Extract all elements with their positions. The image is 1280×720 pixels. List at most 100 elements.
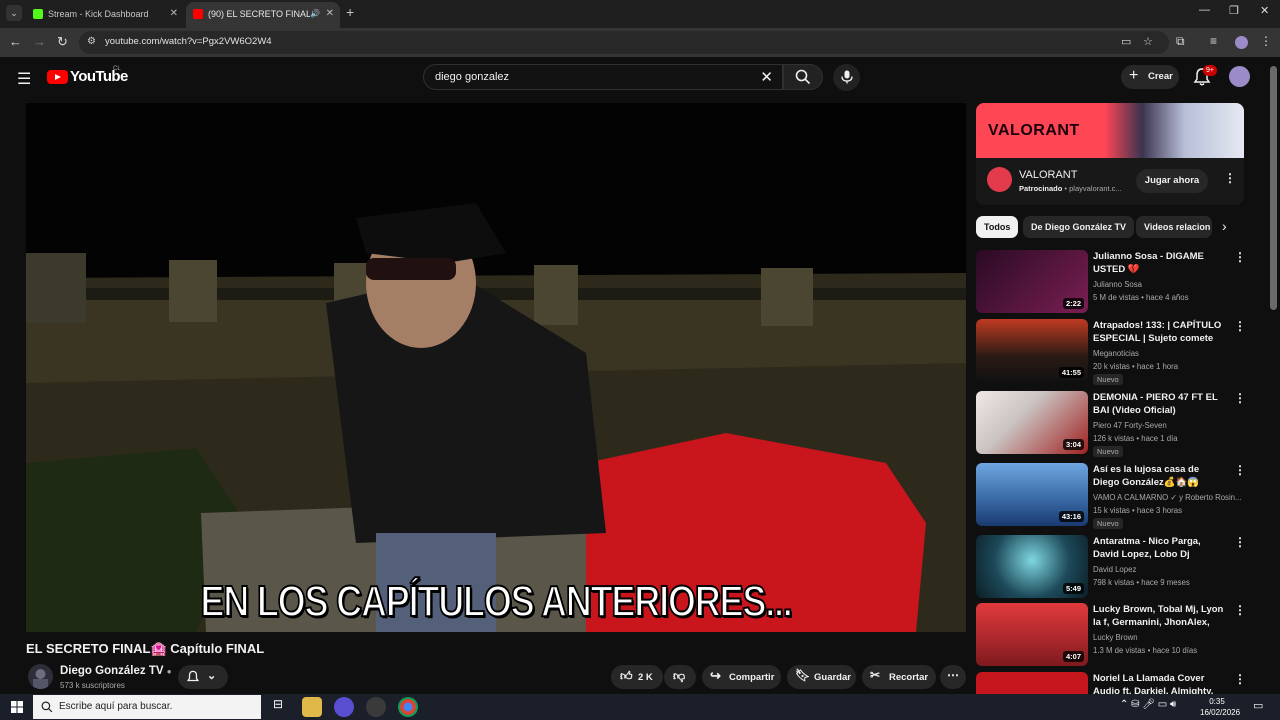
chip-de-diego[interactable]: De Diego González TV: [1023, 216, 1135, 238]
sponsored-label: Patrocinado: [1019, 184, 1063, 193]
channel-name[interactable]: Diego González TV ●: [60, 665, 172, 677]
speaker-icon[interactable]: 🔊: [310, 2, 320, 26]
channel-name-text: Diego González TV: [60, 665, 164, 677]
close-window-icon[interactable]: ✕: [1260, 4, 1269, 17]
save-button[interactable]: 🔖︎ Guardar: [787, 665, 856, 689]
restore-icon[interactable]: ❐: [1229, 4, 1239, 17]
browser-tab-youtube[interactable]: (90) EL SECRETO FINAL🏩 C 🔊 ✕: [186, 2, 340, 28]
valorant-logo-icon: [987, 167, 1012, 192]
browser-tab-kick[interactable]: Stream - Kick Dashboard ✕: [26, 2, 184, 28]
cast-icon[interactable]: ▭: [1121, 35, 1131, 48]
extensions-icon[interactable]: ⧉: [1176, 34, 1185, 49]
browser-menu-icon[interactable]: ⋮: [1260, 34, 1272, 48]
tab-search-icon[interactable]: ⌄: [6, 5, 22, 21]
tab-title: (90) EL SECRETO FINAL🏩 C: [208, 9, 310, 19]
dislike-button[interactable]: 👎︎: [664, 665, 696, 689]
browser-tab-strip: ⌄ Stream - Kick Dashboard ✕ (90) EL SECR…: [0, 0, 1280, 28]
taskbar-search-input[interactable]: Escribe aquí para buscar.: [33, 695, 261, 719]
taskbar-search-placeholder: Escribe aquí para buscar.: [59, 701, 173, 712]
recommendation-item[interactable]: 5:49 Antaratma - Nico Parga, David Lopez…: [976, 535, 1246, 601]
duration: 41:55: [1058, 367, 1084, 378]
page-scrollbar[interactable]: [1270, 66, 1277, 310]
close-tab-icon[interactable]: ✕: [326, 2, 334, 26]
recommendation-item[interactable]: 43:16 Así es la lujosa casa de Diego Gon…: [976, 463, 1246, 529]
reload-icon[interactable]: ↻: [57, 34, 68, 50]
video-title: EL SECRETO FINAL🏩 Capítulo FINAL: [26, 641, 265, 656]
channel-name: Meganoticias: [1093, 349, 1139, 358]
bookmark-star-icon[interactable]: ☆: [1143, 35, 1153, 48]
recommendation-item[interactable]: 4:07 Lucky Brown, Tobal Mj, Lyon la f, G…: [976, 603, 1246, 669]
ad-cta-button[interactable]: Jugar ahora: [1136, 169, 1208, 193]
search-icon: [795, 69, 811, 85]
video-thumbnail: 3:04: [976, 391, 1088, 454]
subscribe-bell-button[interactable]: ⌄: [178, 665, 228, 689]
new-badge: Nuevo: [1093, 374, 1123, 385]
chevron-right-icon[interactable]: ›: [1222, 218, 1227, 234]
video-frame: [26, 103, 966, 632]
clip-button[interactable]: ✂ Recortar: [862, 665, 936, 689]
item-menu-icon[interactable]: ⋮: [1234, 463, 1246, 477]
reading-list-icon[interactable]: ≡: [1210, 34, 1217, 48]
obs-icon[interactable]: [366, 697, 386, 717]
create-button[interactable]: + Crear: [1121, 65, 1179, 89]
search-button[interactable]: [783, 64, 823, 90]
back-icon[interactable]: ←: [9, 34, 22, 49]
item-menu-icon[interactable]: ⋮: [1234, 250, 1246, 264]
close-tab-icon[interactable]: ✕: [170, 2, 178, 26]
recommendation-item[interactable]: 41:55 Atrapados! 133: | CAPÍTULO ESPECIA…: [976, 319, 1246, 385]
item-menu-icon[interactable]: ⋮: [1234, 672, 1244, 686]
discord-icon[interactable]: [334, 697, 354, 717]
thumbs-down-icon: 👎︎: [673, 669, 686, 683]
notifications-center-icon[interactable]: ▭: [1253, 699, 1263, 712]
search-input[interactable]: diego gonzalez ✕: [423, 64, 783, 90]
profile-avatar[interactable]: [1235, 36, 1248, 49]
more-actions-button[interactable]: ⋯: [940, 665, 966, 689]
create-label: Crear: [1148, 71, 1173, 82]
task-view-icon[interactable]: ⊟: [268, 697, 288, 717]
video-thumbnail: 41:55: [976, 319, 1088, 382]
new-tab-button[interactable]: +: [346, 4, 354, 20]
chip-todos[interactable]: Todos: [976, 216, 1019, 238]
microphone-icon: [841, 70, 853, 84]
file-explorer-icon[interactable]: [302, 697, 322, 717]
video-subtitle: EN LOS CAPÍTULOS ANTERIORES...: [200, 576, 794, 627]
video-title: DEMONIA - PIERO 47 FT EL BAI (Video Ofic…: [1093, 392, 1218, 416]
ad-menu-icon[interactable]: ⋮: [1224, 171, 1236, 185]
channel-name: Lucky Brown: [1093, 633, 1138, 642]
account-avatar[interactable]: [1229, 66, 1250, 87]
minimize-icon[interactable]: —: [1199, 4, 1210, 16]
video-player[interactable]: EN LOS CAPÍTULOS ANTERIORES...: [26, 103, 966, 632]
hamburger-menu-icon[interactable]: ☰: [17, 69, 31, 89]
system-tray-icons[interactable]: ⌃ ⛁ 🎤︎ ▭ 🔊︎: [1120, 699, 1176, 710]
chip-videos-relacionados[interactable]: Videos relacion: [1136, 216, 1212, 238]
clear-search-icon[interactable]: ✕: [760, 68, 773, 86]
item-menu-icon[interactable]: ⋮: [1234, 535, 1246, 549]
address-bar[interactable]: ⚙ youtube.com/watch?v=Pgx2VW6O2W4 ▭ ☆: [79, 31, 1169, 54]
video-title: Antaratma - Nico Parga, David Lopez, Lob…: [1093, 536, 1201, 560]
duration: 4:07: [1062, 651, 1084, 662]
sponsored-ad-card[interactable]: VALORANT VALORANT Patrocinado • playvalo…: [976, 103, 1244, 205]
site-info-icon[interactable]: ⚙: [87, 36, 96, 47]
ad-domain: playvalorant.c...: [1069, 184, 1122, 193]
duration: 3:04: [1062, 439, 1084, 450]
item-menu-icon[interactable]: ⋮: [1234, 319, 1246, 333]
recommendation-item[interactable]: 3:04 DEMONIA - PIERO 47 FT EL BAI (Video…: [976, 391, 1246, 457]
duration: 5:49: [1062, 583, 1084, 594]
save-label: Guardar: [814, 672, 851, 683]
view-meta: 798 k vistas • hace 9 meses: [1093, 578, 1190, 587]
taskbar-clock[interactable]: 0:35 16/02/2026: [1200, 696, 1240, 718]
recommendation-item[interactable]: Noriel La Llamada Cover Audio ft. Darkie…: [976, 672, 1244, 694]
view-meta: 20 k vistas • hace 1 hora: [1093, 362, 1179, 371]
item-menu-icon[interactable]: ⋮: [1234, 391, 1246, 405]
item-menu-icon[interactable]: ⋮: [1234, 603, 1246, 617]
voice-search-button[interactable]: [833, 64, 860, 91]
like-button[interactable]: 👍︎ 2 K: [611, 665, 663, 689]
windows-start-icon[interactable]: [11, 701, 23, 713]
share-button[interactable]: ↪ Compartir: [702, 665, 781, 689]
ad-banner-image: VALORANT: [976, 103, 1244, 158]
channel-avatar[interactable]: [28, 664, 53, 689]
forward-icon[interactable]: →: [33, 34, 46, 49]
plus-icon: +: [1129, 67, 1139, 84]
chrome-icon[interactable]: [398, 697, 418, 717]
recommendation-item[interactable]: 2:22 Julianno Sosa - DIGAME USTED 💔 Juli…: [976, 250, 1246, 316]
